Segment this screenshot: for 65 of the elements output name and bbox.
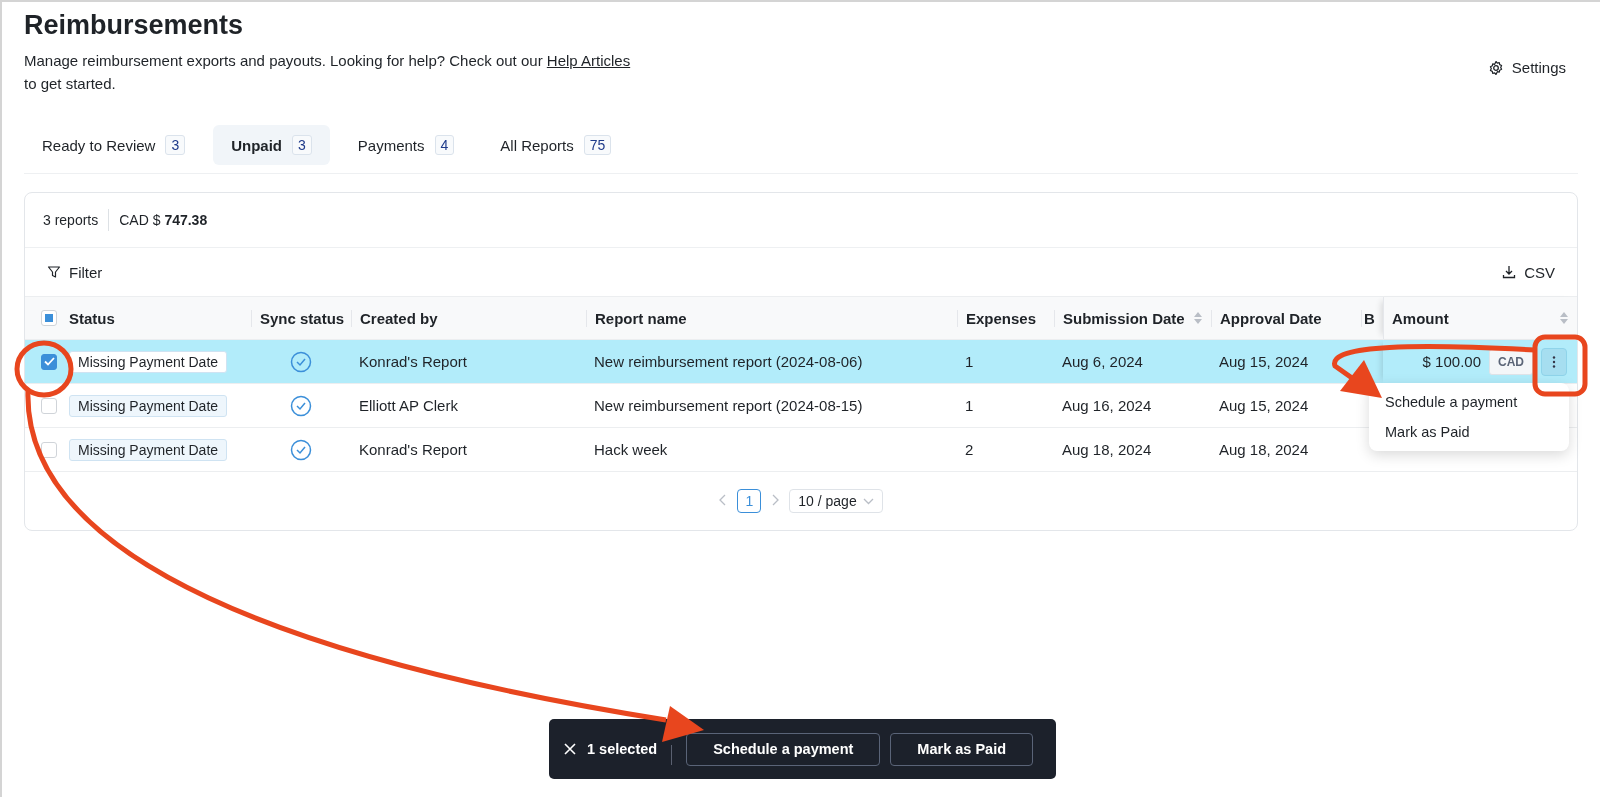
table-cell-text: Aug 18, 2024	[1218, 441, 1310, 458]
more-actions-button[interactable]	[1541, 347, 1567, 376]
sort-icon[interactable]	[1193, 311, 1203, 325]
annotation-box	[1532, 334, 1588, 397]
tab[interactable]: Payments 4	[339, 125, 473, 165]
table-cell-text: Konrad's Report	[358, 441, 468, 458]
settings-icon	[1487, 59, 1504, 76]
table-cell-text: Elliott AP Clerk	[358, 397, 459, 414]
column-header: Approval Date	[1220, 309, 1322, 327]
table-cell-text: Aug 16, 2024	[1061, 397, 1153, 414]
table-cell-text: Aug 15, 2024	[1218, 397, 1310, 414]
page-size-select[interactable]: 10 / page	[789, 489, 883, 513]
table-cell-text: 1	[964, 353, 975, 370]
select-all-checkbox[interactable]	[41, 310, 57, 326]
column-header: Report name	[595, 309, 687, 327]
bulk-action-button[interactable]: Schedule a payment	[686, 732, 881, 766]
column-header: Status	[69, 309, 115, 327]
filter-icon	[47, 265, 61, 279]
menu-item[interactable]: Mark as Paid	[1369, 417, 1569, 447]
table-cell-text: Konrad's Report	[358, 353, 468, 370]
tab[interactable]: All Reports 75	[482, 125, 630, 165]
status-tag: Missing Payment Date	[69, 350, 228, 373]
column-header: Submission Date	[1063, 309, 1185, 327]
status-tag: Missing Payment Date	[69, 438, 228, 461]
annotation-circle	[14, 340, 74, 398]
bulk-action-button[interactable]: Mark as Paid	[890, 732, 1034, 766]
report-count: 3 reports	[43, 212, 99, 228]
tab-count: 3	[292, 135, 312, 155]
tab[interactable]: Unpaid 3	[213, 125, 330, 165]
sort-icon[interactable]	[1559, 311, 1569, 325]
table-cell-text: 2	[964, 441, 975, 458]
amount-text: $ 100.00	[1422, 353, 1481, 370]
column-header: Sync status	[260, 309, 345, 327]
tab-count: 75	[583, 135, 612, 155]
tab-label: Unpaid	[231, 136, 283, 154]
tab-count: 4	[434, 135, 455, 155]
help-articles-link[interactable]: Help Articles	[546, 52, 631, 69]
column-header: Expenses	[966, 309, 1037, 327]
table-cell-text: Aug 15, 2024	[1218, 353, 1310, 370]
selected-count: 1 selected	[587, 741, 658, 757]
chevron-down-icon	[862, 497, 874, 505]
settings-button[interactable]: Settings	[1481, 58, 1572, 77]
table-cell-text: Aug 6, 2024	[1061, 353, 1144, 370]
tab-label: All Reports	[500, 136, 574, 154]
status-tag: Missing Payment Date	[69, 394, 228, 417]
table-cell-text: Aug 18, 2024	[1061, 441, 1153, 458]
menu-item[interactable]: Schedule a payment	[1369, 387, 1569, 417]
table-cell-text: 1	[964, 397, 975, 414]
tab-label: Ready to Review	[42, 136, 156, 154]
tab-count: 3	[165, 135, 186, 155]
total-amount: CAD $ 747.38	[119, 212, 208, 228]
column-header: B	[1364, 309, 1375, 327]
row-checkbox[interactable]	[41, 353, 57, 370]
table-cell-text: Hack week	[593, 441, 669, 458]
download-icon	[1502, 265, 1517, 279]
tab[interactable]: Ready to Review 3	[24, 125, 204, 165]
column-header: Amount	[1392, 309, 1449, 327]
more-icon	[1552, 354, 1556, 369]
tab-label: Payments	[357, 136, 425, 154]
table-cell-text: New reimbursement report (2024-08-06)	[593, 353, 864, 370]
table-cell-text: New reimbursement report (2024-08-15)	[593, 397, 864, 414]
page-description: Manage reimbursement exports and payouts. Looking for help? Check out our Help Articles to get started.	[24, 51, 632, 94]
page-title: Reimbursements	[24, 10, 245, 41]
close-icon[interactable]	[563, 742, 577, 756]
column-header: Created by	[360, 309, 438, 327]
